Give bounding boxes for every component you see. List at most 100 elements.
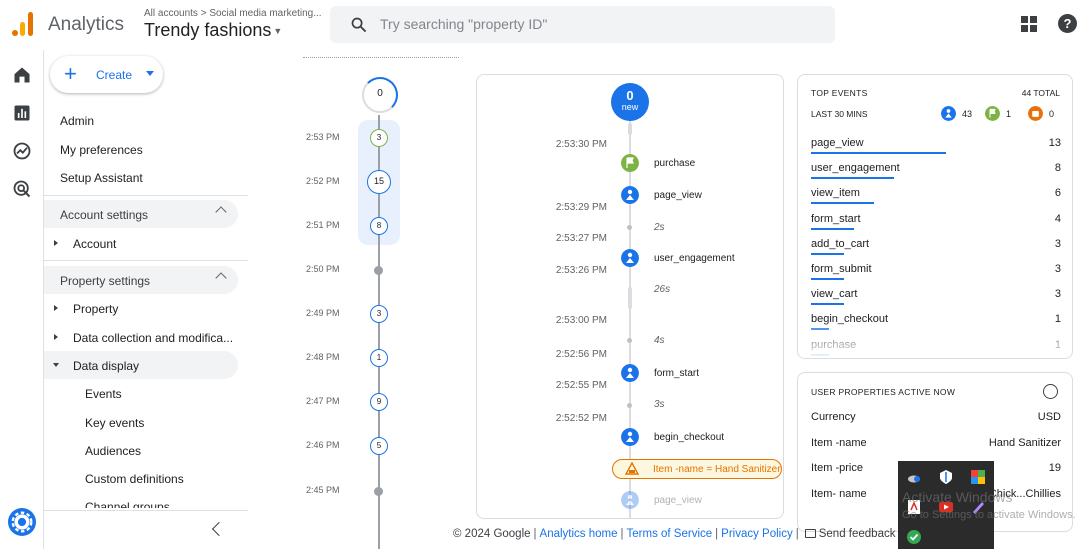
user-event-icon[interactable] bbox=[621, 249, 639, 267]
user-property-row[interactable]: Item -name Hand Sanitizer bbox=[811, 437, 1061, 455]
user-property-value: 19 bbox=[1048, 462, 1061, 474]
top-event-bar bbox=[811, 227, 854, 230]
nav-data-collection[interactable]: Data collection and modifica... bbox=[73, 331, 233, 345]
property-settings-label: Property settings bbox=[60, 274, 151, 288]
error-icon bbox=[1028, 106, 1043, 121]
property-settings-section[interactable]: Property settings bbox=[44, 266, 238, 294]
minute-row[interactable]: 2:52 PM 15 bbox=[300, 168, 460, 196]
nav-channel-groups[interactable]: Channel groups bbox=[85, 500, 170, 508]
top-event-name: begin_checkout bbox=[811, 313, 889, 326]
footer-privacy[interactable]: Privacy Policy bbox=[721, 528, 793, 540]
nav-key-events[interactable]: Key events bbox=[85, 416, 144, 430]
security-check-icon[interactable] bbox=[906, 529, 922, 545]
user-event-icon[interactable] bbox=[621, 428, 639, 446]
nav-admin[interactable]: Admin bbox=[60, 114, 94, 128]
top-event-name: form_submit bbox=[811, 263, 872, 275]
reports-icon[interactable] bbox=[12, 103, 32, 123]
minute-row[interactable]: 2:51 PM 8 bbox=[300, 212, 460, 240]
minute-row[interactable]: 2:45 PM bbox=[300, 477, 460, 505]
top-event-row[interactable]: form_start 4 bbox=[811, 209, 1061, 234]
top-events-total: 44 TOTAL bbox=[1021, 88, 1060, 98]
top-event-row[interactable]: view_item 6 bbox=[811, 183, 1061, 208]
minute-row[interactable]: 2:50 PM bbox=[300, 256, 460, 284]
history-icon[interactable] bbox=[1043, 384, 1058, 399]
purchase-flag-icon[interactable] bbox=[621, 154, 639, 172]
user-property-row[interactable]: Currency USD bbox=[811, 411, 1061, 429]
top-event-name: add_to_cart bbox=[811, 237, 870, 250]
event-form-start[interactable]: form_start bbox=[654, 368, 699, 379]
shield-icon[interactable] bbox=[938, 469, 954, 485]
breadcrumb[interactable]: All accounts > Social media marketing... bbox=[144, 8, 322, 19]
footer-send-feedback[interactable]: Send feedback bbox=[819, 528, 896, 540]
minute-row[interactable]: 2:48 PM 1 bbox=[300, 344, 460, 372]
top-event-bar bbox=[811, 252, 844, 255]
top-event-name: user_engagement bbox=[811, 162, 900, 175]
home-icon[interactable] bbox=[12, 65, 32, 85]
minute-row[interactable]: 2:53 PM 3 bbox=[300, 124, 460, 152]
left-rail bbox=[0, 50, 44, 549]
top-event-row[interactable]: page_view 13 bbox=[811, 133, 1061, 158]
nav-audiences[interactable]: Audiences bbox=[85, 444, 141, 458]
event-page-view[interactable]: page_view bbox=[654, 495, 702, 506]
search-bar[interactable] bbox=[330, 6, 835, 43]
nav-events[interactable]: Events bbox=[85, 387, 122, 401]
new-events-badge[interactable]: 0 new bbox=[611, 83, 649, 121]
footer-analytics-home[interactable]: Analytics home bbox=[540, 528, 618, 540]
event-user-engagement[interactable]: user_engagement bbox=[654, 253, 735, 264]
top-event-row[interactable]: add_to_cart 3 bbox=[811, 234, 1061, 259]
account-settings-section[interactable]: Account settings bbox=[44, 200, 238, 228]
nav-custom-definitions[interactable]: Custom definitions bbox=[85, 472, 184, 486]
stream-dot bbox=[627, 403, 632, 408]
top-event-value: 13 bbox=[1048, 137, 1061, 149]
minute-time: 2:46 PM bbox=[306, 440, 340, 450]
timestamp: 2:53:27 PM bbox=[555, 233, 607, 244]
user-property-chip-text: Item -name = Hand Sanitizer bbox=[653, 464, 781, 475]
footer-terms[interactable]: Terms of Service bbox=[627, 528, 713, 540]
collapse-nav-chevron-icon[interactable] bbox=[211, 521, 227, 537]
create-label: Create bbox=[96, 68, 133, 82]
user-property-icon bbox=[625, 462, 639, 475]
system-tray-popup bbox=[898, 461, 994, 549]
nav-account[interactable]: Account bbox=[73, 237, 116, 251]
user-properties-title: USER PROPERTIES ACTIVE NOW bbox=[811, 387, 956, 397]
apps-grid-icon[interactable] bbox=[1021, 16, 1037, 32]
minute-count: 9 bbox=[370, 393, 388, 411]
user-property-key: Item -price bbox=[811, 462, 863, 474]
page-footer: © 2024 Google | Analytics home | Terms of Se… bbox=[453, 528, 896, 540]
new-events-count: 0 bbox=[626, 88, 634, 103]
nav-data-display[interactable]: Data display bbox=[73, 359, 139, 373]
create-button[interactable]: + Create bbox=[50, 56, 163, 93]
flag-icon bbox=[985, 106, 1000, 121]
minute-row[interactable]: 2:46 PM 5 bbox=[300, 432, 460, 460]
app-tile-icon[interactable] bbox=[970, 469, 986, 485]
minute-row[interactable]: 2:49 PM 3 bbox=[300, 300, 460, 328]
property-selector[interactable]: Trendy fashions ▼ bbox=[144, 20, 282, 41]
top-event-row[interactable]: form_submit 3 bbox=[811, 259, 1061, 284]
nav-setup-assistant[interactable]: Setup Assistant bbox=[60, 171, 143, 185]
minute-current-counter[interactable]: 0 bbox=[362, 77, 398, 113]
event-begin-checkout[interactable]: begin_checkout bbox=[654, 432, 724, 443]
top-event-row[interactable]: view_cart 3 bbox=[811, 284, 1061, 309]
nav-property[interactable]: Property bbox=[73, 302, 118, 316]
nav-my-preferences[interactable]: My preferences bbox=[60, 143, 143, 157]
minute-row[interactable]: 2:47 PM 9 bbox=[300, 388, 460, 416]
user-event-icon[interactable] bbox=[621, 491, 639, 509]
top-event-bar bbox=[811, 278, 844, 280]
explore-icon[interactable] bbox=[12, 141, 32, 161]
feedback-icon bbox=[804, 529, 816, 539]
admin-sidenav: + Create Admin My preferences Setup Assi… bbox=[44, 50, 248, 549]
top-event-row[interactable]: user_engagement 8 bbox=[811, 158, 1061, 183]
help-icon[interactable]: ? bbox=[1058, 14, 1077, 33]
admin-gear-icon[interactable] bbox=[8, 508, 36, 536]
timestamp: 2:52:56 PM bbox=[555, 349, 607, 360]
event-page-view[interactable]: page_view bbox=[654, 190, 702, 201]
search-input[interactable] bbox=[380, 14, 800, 34]
analytics-logo-icon[interactable] bbox=[12, 12, 34, 36]
user-property-chip[interactable]: Item -name = Hand Sanitizer bbox=[612, 459, 782, 479]
stream-segment bbox=[628, 123, 632, 135]
onedrive-icon[interactable] bbox=[906, 469, 922, 485]
advertising-icon[interactable] bbox=[12, 179, 32, 199]
event-purchase[interactable]: purchase bbox=[654, 158, 695, 169]
user-event-icon[interactable] bbox=[621, 364, 639, 382]
user-event-icon[interactable] bbox=[621, 186, 639, 204]
